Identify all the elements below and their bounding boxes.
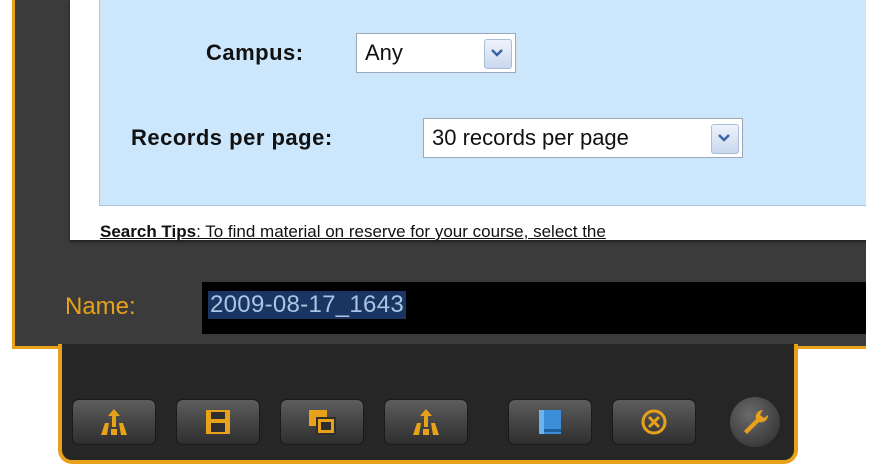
search-tips: Search Tips: To find material on reserve… xyxy=(100,222,606,242)
upload-icon xyxy=(101,409,127,435)
search-options-panel: Campus: Any Records per page: 30 records… xyxy=(99,0,869,206)
records-per-page-value: 30 records per page xyxy=(432,125,629,150)
cancel-button[interactable] xyxy=(612,399,696,445)
name-input[interactable]: 2009-08-17_1643 xyxy=(202,282,869,334)
name-input-value: 2009-08-17_1643 xyxy=(208,291,407,319)
wrench-icon xyxy=(744,409,769,434)
save-button[interactable] xyxy=(176,399,260,445)
webpage-preview: Campus: Any Records per page: 30 records… xyxy=(70,0,869,242)
cancel-icon xyxy=(641,409,667,435)
campus-select-value: Any xyxy=(365,40,403,65)
upload-button-2[interactable] xyxy=(384,399,468,445)
copy-button[interactable] xyxy=(280,399,364,445)
name-label: Name: xyxy=(65,293,136,320)
capture-toolbar xyxy=(58,344,798,464)
book-icon xyxy=(539,410,561,434)
save-icon xyxy=(206,410,230,434)
search-tips-text: : To find material on reserve for your c… xyxy=(196,222,606,241)
name-row: Name: 2009-08-17_1643 xyxy=(15,282,869,337)
records-per-page-select[interactable]: 30 records per page xyxy=(423,118,743,158)
copy-icon xyxy=(309,410,336,435)
book-button[interactable] xyxy=(508,399,592,445)
chevron-down-icon[interactable] xyxy=(484,39,512,69)
upload-icon xyxy=(413,409,439,435)
chevron-down-icon[interactable] xyxy=(711,124,739,154)
settings-button[interactable] xyxy=(730,397,780,447)
upload-button[interactable] xyxy=(72,399,156,445)
campus-select[interactable]: Any xyxy=(356,33,516,73)
records-per-page-label: Records per page: xyxy=(131,125,333,150)
search-tips-title: Search Tips xyxy=(100,222,197,241)
campus-label: Campus: xyxy=(206,40,304,65)
